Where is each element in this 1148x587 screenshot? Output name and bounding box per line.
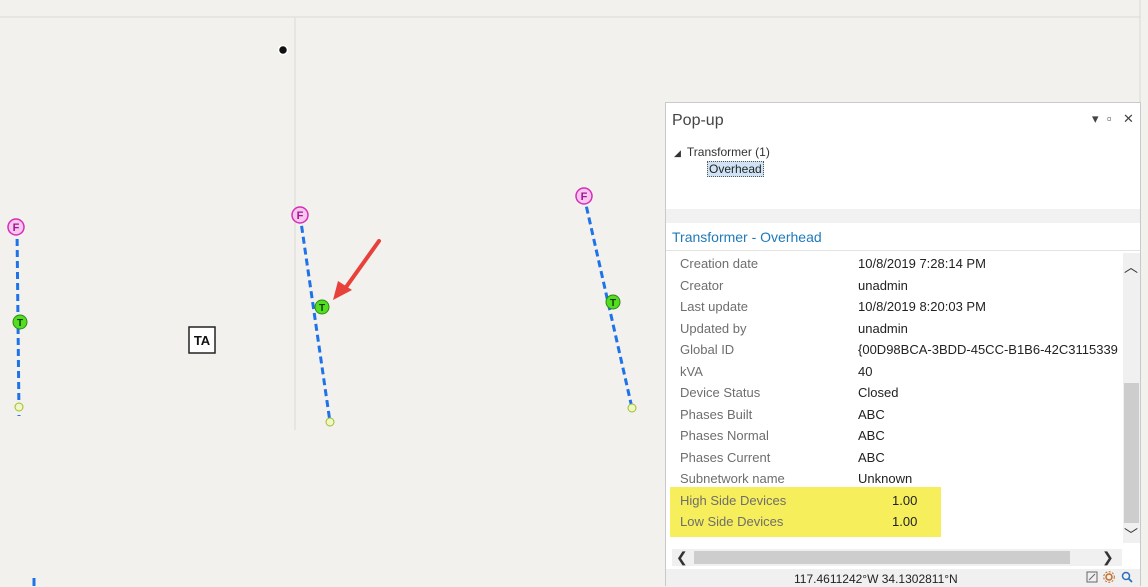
scroll-down-icon[interactable]: ﹀ [1124, 525, 1138, 545]
attribute-table: Creation date 10/8/2019 7:28:14 PM Creato… [666, 253, 1122, 543]
attribute-row: Phases Built ABC [666, 404, 1122, 425]
attribute-row: Low Side Devices 1.00 [666, 511, 1122, 532]
close-icon[interactable]: ✕ [1123, 111, 1134, 127]
tree-layer-label: Transformer (1) [686, 145, 770, 159]
attribute-value: 10/8/2019 8:20:03 PM [858, 299, 986, 314]
conductor-line-2[interactable] [298, 214, 332, 423]
attribute-value: ABC [858, 406, 885, 422]
attribute-row: Phases Normal ABC [666, 425, 1122, 446]
attribute-label: Creation date [680, 256, 759, 271]
attribute-label: Updated by [680, 320, 747, 336]
horizontal-scrollbar[interactable]: ❮ ❯ [672, 549, 1122, 566]
divider [666, 250, 1140, 251]
maximize-icon[interactable]: ▫ [1107, 111, 1112, 126]
transformer-symbol-3[interactable]: T [605, 294, 621, 310]
svg-text:F: F [297, 210, 304, 222]
attribute-label: Subnetwork name [680, 471, 785, 486]
attribute-value: Closed [858, 385, 899, 400]
map-point-marker[interactable] [277, 44, 289, 56]
menu-dropdown-icon[interactable]: ▾ [1092, 111, 1099, 127]
splitter-strip[interactable] [666, 209, 1140, 223]
attribute-label: Low Side Devices [680, 514, 784, 529]
horizontal-scroll-thumb[interactable] [694, 551, 1070, 564]
attribute-label: Creator [680, 277, 724, 293]
attribute-row: Last update 10/8/2019 8:20:03 PM [666, 296, 1122, 317]
coordinate-readout: 117.4611242°W 34.1302811°N [794, 572, 958, 586]
svg-text:TA: TA [194, 333, 211, 348]
attribute-row: Subnetwork name Unknown [666, 468, 1122, 489]
svg-text:T: T [610, 298, 616, 309]
attribute-value: unadmin [858, 320, 908, 336]
svg-text:T: T [17, 318, 23, 329]
line-end-point-2[interactable] [325, 417, 335, 427]
attribute-row: High Side Devices 1.00 [666, 490, 1122, 511]
attribute-label: Phases Built [680, 406, 753, 422]
attribute-row: Updated by unadmin [666, 318, 1122, 339]
feeder-symbol-2[interactable]: F [291, 206, 309, 224]
line-end-point-1[interactable] [14, 402, 24, 412]
line-end-point-3[interactable] [627, 403, 637, 413]
transformer-symbol-2[interactable]: T [314, 299, 330, 315]
ta-label-box[interactable]: TA [188, 326, 216, 354]
expand-triangle-icon[interactable]: ◢ [674, 148, 681, 158]
svg-text:T: T [319, 303, 325, 314]
attribute-row: kVA 40 [666, 361, 1122, 382]
vertical-scroll-thumb[interactable] [1124, 383, 1139, 523]
scroll-right-icon[interactable]: ❯ [1102, 549, 1114, 566]
svg-text:F: F [13, 222, 20, 234]
attribute-value: unadmin [858, 277, 908, 293]
scroll-up-icon[interactable]: ︿ [1124, 257, 1138, 277]
attribute-value: ABC [858, 449, 885, 465]
attribute-value: 40 [858, 363, 873, 379]
attribute-row: Phases Current ABC [666, 447, 1122, 468]
attribute-row: Creation date 10/8/2019 7:28:14 PM [666, 253, 1122, 274]
settings-icon[interactable] [1103, 571, 1115, 586]
feeder-symbol-3[interactable]: F [575, 187, 593, 205]
popup-title: Pop-up [672, 112, 724, 129]
attribute-label: Global ID [680, 342, 735, 357]
vertical-scrollbar[interactable]: ︿ ﹀ [1123, 253, 1140, 543]
attribute-label: High Side Devices [680, 492, 787, 508]
attribute-value: 1.00 [892, 514, 918, 529]
attribute-label: Last update [680, 299, 748, 314]
attribute-value: 1.00 [892, 492, 918, 508]
snap-icon[interactable] [1086, 571, 1098, 586]
attribute-label: Phases Current [680, 449, 771, 465]
status-bar: 117.4611242°W 34.1302811°N [666, 569, 1140, 587]
attribute-value: ABC [858, 428, 885, 443]
tree-feature-overhead[interactable]: Overhead [707, 161, 764, 177]
tree-layer-transformer[interactable]: ◢ Transformer (1) [674, 145, 770, 159]
popup-pane: Pop-up ▾ ▫ ✕ ◢ Transformer (1) Overhead T… [665, 102, 1141, 587]
attribute-label: kVA [680, 363, 703, 379]
attribute-row: Creator unadmin [666, 275, 1122, 296]
attribute-label: Phases Normal [680, 428, 769, 443]
feature-title: Transformer - Overhead [672, 229, 822, 245]
attribute-value: {00D98BCA-3BDD-45CC-B1B6-42C3115339 [858, 342, 1118, 357]
red-arrow-annotation [333, 239, 381, 300]
attribute-value: Unknown [858, 471, 913, 486]
attribute-row: Global ID {00D98BCA-3BDD-45CC-B1B6-42C311… [666, 339, 1122, 360]
scroll-left-icon[interactable]: ❮ [676, 549, 688, 566]
zoom-icon[interactable] [1121, 571, 1133, 586]
attribute-row: Device Status Closed [666, 382, 1122, 403]
feeder-symbol-1[interactable]: F [7, 218, 25, 236]
svg-text:F: F [581, 191, 588, 203]
attribute-label: Device Status [680, 385, 761, 400]
attribute-value: 10/8/2019 7:28:14 PM [858, 256, 986, 271]
transformer-symbol-1[interactable]: T [12, 314, 28, 330]
